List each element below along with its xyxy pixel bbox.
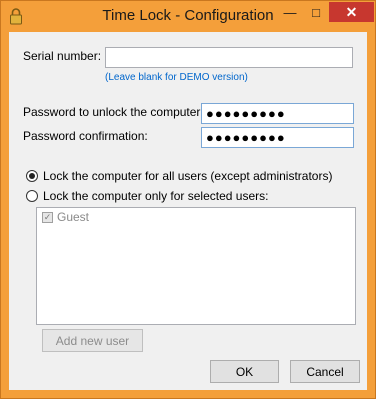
user-list-item-guest[interactable]: Guest	[57, 210, 89, 224]
cancel-button[interactable]: Cancel	[290, 360, 360, 383]
close-button[interactable]: ✕	[329, 2, 374, 22]
serial-hint: (Leave blank for DEMO version)	[105, 72, 248, 83]
serial-label: Serial number:	[23, 49, 102, 63]
title-bar[interactable]: Time Lock - Configuration — □ ✕	[1, 1, 375, 31]
confirm-input[interactable]: ●●●●●●●●●	[201, 127, 354, 148]
radio-selected-users[interactable]	[26, 190, 38, 202]
minimize-button[interactable]: —	[277, 2, 303, 22]
radio-all-users-label[interactable]: Lock the computer for all users (except …	[43, 169, 332, 183]
maximize-button[interactable]: □	[303, 2, 329, 22]
confirm-label: Password confirmation:	[23, 129, 148, 143]
password-input[interactable]: ●●●●●●●●●	[201, 103, 354, 124]
dialog-body: Serial number: (Leave blank for DEMO ver…	[9, 32, 367, 390]
config-window: Time Lock - Configuration — □ ✕ Serial n…	[0, 0, 376, 399]
serial-input[interactable]	[105, 47, 353, 68]
user-list[interactable]: ✓ Guest	[36, 207, 356, 325]
add-user-button[interactable]: Add new user	[42, 329, 143, 352]
password-label: Password to unlock the computer:	[23, 105, 204, 119]
radio-selected-users-label[interactable]: Lock the computer only for selected user…	[43, 189, 268, 203]
radio-all-users[interactable]	[26, 170, 38, 182]
guest-checkbox[interactable]: ✓	[42, 212, 53, 223]
ok-button[interactable]: OK	[210, 360, 279, 383]
